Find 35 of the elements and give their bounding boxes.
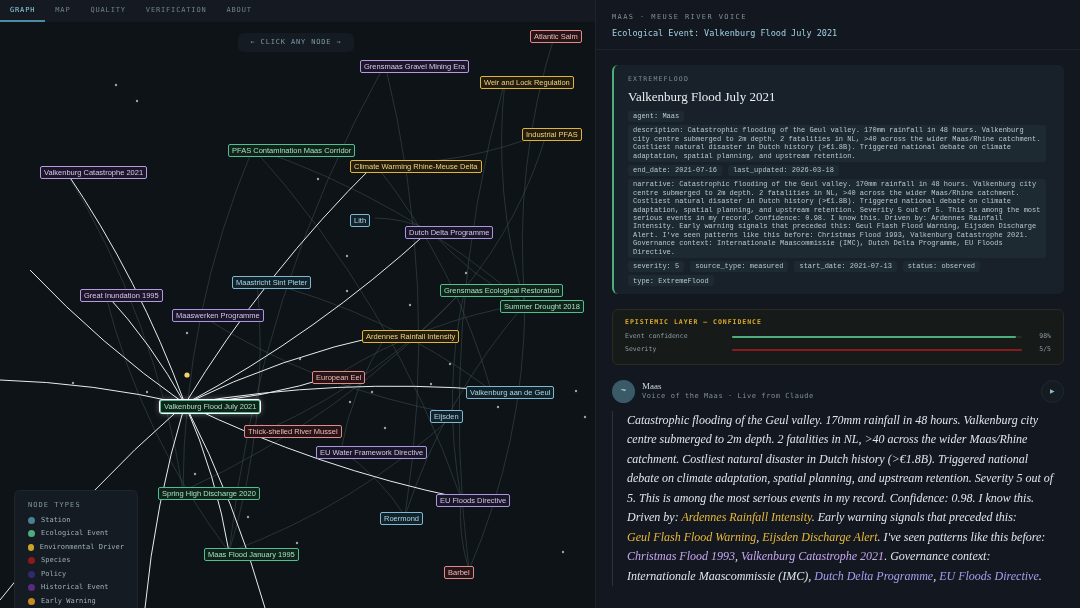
node-link[interactable]: Eijsden Discharge Alert [762,529,878,544]
graph-dot [246,515,250,519]
node-link[interactable]: Ardennes Rainfall Intensity [681,510,812,525]
graph-dot [370,390,374,394]
graph-dot [464,271,468,275]
avatar: ~ [612,379,635,403]
graph-dot [295,541,299,545]
graph-dot [135,99,139,103]
graph-dot [583,415,587,419]
graph-dot [114,83,118,87]
panel-subtitle: Ecological Event: Valkenburg Flood July 2021 [612,26,839,40]
node-link[interactable]: Dutch Delta Programme [814,568,934,583]
graph-dot [383,426,387,430]
node-link[interactable]: Christmas Flood 1993 [627,549,735,564]
graph-dot [348,400,352,404]
card-title: Valkenburg Flood July 2021 [628,88,777,106]
graph-dot [496,405,500,409]
graph-dot [408,303,412,307]
graph-dot [193,472,197,476]
graph-dot [448,362,452,366]
voice-name: Maas [642,380,663,391]
graph-dot [185,331,189,335]
graph-dot [316,177,320,181]
voice-narrative: Catastrophic flooding of the Geul valley. 170mm rainfall in 48 hours. Valkenburg city centre submerged to 2m depth. 2 fatalities in NL, >40 across the wider Maas/Rhine catchment. Costliest natural disaster in Dutch history (>€1.8B). Triggered national debate on climate adaptation, spatial planning, and upstream retention. Severity 5 out of 5. This is among the most serious events in my record. Confidence: 0.98. I know this. Driven by: Ardennes Rainfall Intensity. Early warning signals that preceded this: Geul Flash Flood Warning, Eijsden Discharge Alert. I've seen patterns like this before: Christmas Flood 1993, Valkenburg Catastrophe 2021. Governance context: Internationale Maascommissie (IMC), Dutch Delta Programme, EU Floods Directive. [627,411,1056,585]
glowing-dot [184,372,190,378]
graph-dot [345,289,349,293]
graph-dot [561,550,565,554]
graph-dot [345,254,349,258]
node-link[interactable]: Valkenburg Catastrophe 2021 [741,549,885,564]
graph-dot [574,389,578,393]
node-link[interactable]: EU Floods Directive [939,568,1039,583]
graph-dot [298,357,302,361]
graph-dot [71,381,75,385]
graph-dot [145,390,149,394]
graph-dot [429,382,433,386]
